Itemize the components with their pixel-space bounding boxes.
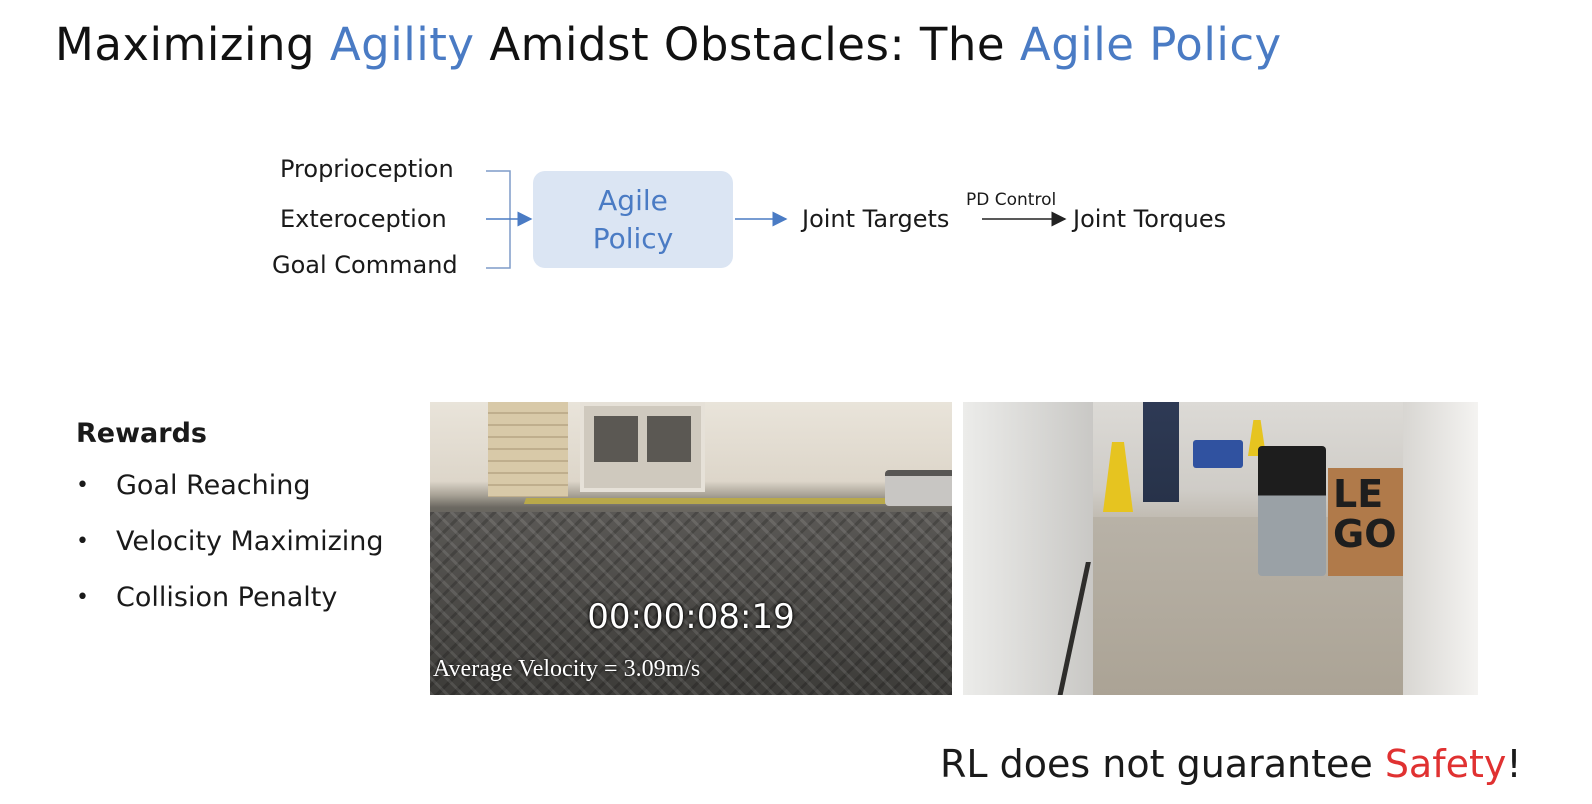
input-goal-command: Goal Command (272, 251, 458, 279)
safety-accent: Safety (1384, 742, 1507, 786)
input-proprioception: Proprioception (280, 155, 454, 183)
robot (885, 470, 952, 506)
lego-box-lettering: LEGO (1333, 472, 1397, 556)
video-agile-run[interactable]: 00:00:08:19 Average Velocity = 3.09m/s (430, 402, 952, 695)
trash-bin (1258, 446, 1326, 576)
joint-targets-label: Joint Targets (802, 205, 950, 233)
agile-policy-box: Agile Policy (533, 171, 733, 268)
video-hallway-collision[interactable]: LEGO (963, 402, 1478, 695)
input-exteroception: Exteroception (280, 205, 447, 233)
blue-bag (1193, 440, 1243, 468)
average-velocity-caption: Average Velocity = 3.09m/s (433, 656, 701, 682)
lego-box: LEGO (1328, 468, 1403, 576)
safety-part-1: RL does not guarantee (940, 742, 1385, 786)
person-legs (1143, 402, 1179, 502)
wet-floor-sign (1103, 442, 1133, 512)
slide: Maximizing Agility Amidst Obstacles: The… (0, 0, 1592, 804)
hallway-right-wall (1403, 402, 1478, 695)
hallway-left-wall (963, 402, 1093, 695)
agile-policy-label: Agile Policy (592, 183, 674, 255)
policy-diagram: Proprioception Exteroception Goal Comman… (0, 0, 1592, 340)
video-timecode: 00:00:08:19 (587, 597, 795, 637)
glass-door (580, 402, 705, 492)
joint-torques-label: Joint Torques (1073, 205, 1227, 233)
safety-statement: RL does not guarantee Safety! (940, 742, 1522, 786)
reward-goal-reaching: Goal Reaching (76, 468, 384, 524)
brick-pillar (488, 402, 568, 497)
reward-collision-penalty: Collision Penalty (76, 580, 384, 636)
safety-part-2: ! (1506, 742, 1522, 786)
pd-control-label: PD Control (966, 190, 1057, 210)
reward-velocity-maximizing: Velocity Maximizing (76, 524, 384, 580)
rewards-list: Goal Reaching Velocity Maximizing Collis… (76, 468, 384, 636)
rewards-heading: Rewards (76, 418, 207, 449)
diagram-connectors (486, 170, 1067, 269)
